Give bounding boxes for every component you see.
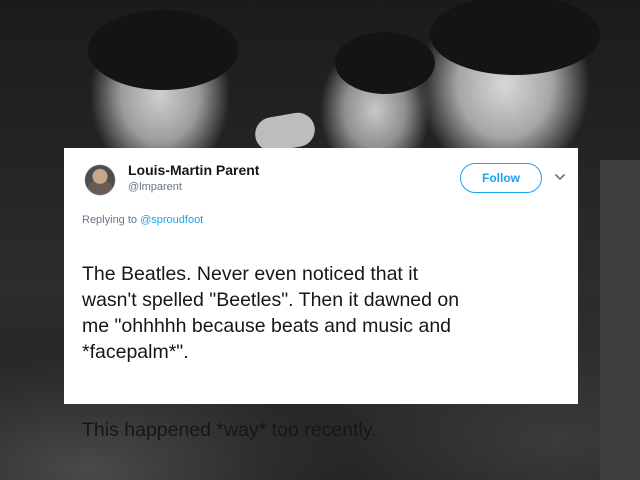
avatar[interactable] — [84, 164, 116, 196]
background-figure-hair — [335, 32, 435, 94]
author-handle[interactable]: @lmparent — [128, 181, 182, 193]
tweet-text: The Beatles. Never even noticed that it … — [82, 235, 560, 469]
background-figure-hair — [88, 10, 238, 90]
tweet-header: Louis-Martin Parent @lmparent Follow — [82, 160, 565, 202]
follow-button[interactable]: Follow — [460, 163, 542, 193]
tweet-card: Louis-Martin Parent @lmparent Follow Rep… — [64, 148, 578, 441]
background-figure-hair — [430, 0, 600, 75]
background-shirt-shape — [600, 160, 640, 480]
replying-to-label: Replying to — [82, 214, 141, 226]
replying-to-mention-link[interactable]: @sproudfoot — [140, 214, 203, 226]
replying-to-line: Replying to @sproudfoot — [82, 214, 560, 226]
tweet-paragraph: The Beatles. Never even noticed that it … — [82, 263, 460, 363]
tweet-paragraph: This happened *way* too recently. — [82, 419, 377, 441]
chevron-down-icon[interactable] — [552, 169, 568, 185]
author-display-name[interactable]: Louis-Martin Parent — [128, 162, 259, 178]
